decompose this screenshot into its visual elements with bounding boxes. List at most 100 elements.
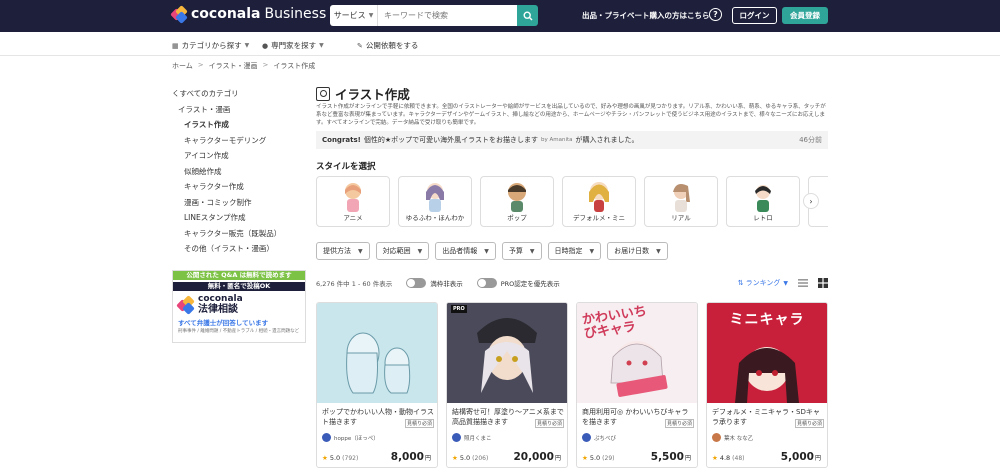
sidebar-item-line-stamp[interactable]: LINEスタンプ作成 [172, 210, 306, 226]
seller-info[interactable]: 照月くまこ [452, 433, 492, 442]
star-icon: ★ [322, 454, 328, 462]
chevron-right-icon: > [262, 61, 269, 69]
sort-icon: ⇅ [737, 279, 744, 287]
style-card-retro[interactable]: レトロ [726, 176, 800, 227]
chevron-down-icon: ▼ [656, 247, 661, 255]
login-button[interactable]: ログイン [732, 7, 777, 24]
search-button[interactable] [517, 5, 538, 26]
pro-badge: PRO [451, 305, 467, 313]
coconala-logo-icon [170, 4, 188, 24]
coconala-logo-icon [176, 295, 195, 315]
seller-info[interactable]: 葉木 なな乙 [712, 433, 753, 442]
avatar [322, 433, 331, 442]
sidebar-item-portrait[interactable]: 似顔絵作成 [172, 164, 306, 180]
page-title-text: イラスト作成 [335, 87, 410, 102]
service-card[interactable]: ポップでかわいい人物・動物イラスト描きます 見積り必須 hoppe（ほっぺ） ★… [316, 302, 438, 468]
legal-consult-banner[interactable]: 公開された Q&A は無料で読めます 無料・匿名で投稿OK coconala 法… [172, 270, 306, 343]
sidebar-item-manga[interactable]: 漫画・コミック制作 [172, 195, 306, 211]
service-thumbnail: かわいいちびキャラ [577, 303, 697, 403]
style-card-anime[interactable]: アニメ [316, 176, 390, 227]
filter-label: 提供方法 [323, 247, 351, 255]
rating-value: 4.8 [719, 454, 731, 462]
result-count: 6,276 件中 1 - 60 件表示 [316, 280, 393, 288]
style-card-real[interactable]: リアル [644, 176, 718, 227]
coconala-logo[interactable]: coconala Business [170, 4, 326, 24]
search-category-select[interactable]: サービス ▼ [330, 5, 378, 26]
result-toolbar: 6,276 件中 1 - 60 件表示 満枠非表示 PRO認定を優先表示 ⇅ ラン… [316, 277, 828, 289]
filter-delivery-method[interactable]: 提供方法 ▼ [316, 242, 370, 260]
chevron-down-icon: ▼ [319, 42, 324, 49]
real-portrait-icon [673, 184, 690, 212]
banner-brand-service: 法律相談 [198, 304, 238, 315]
signup-button[interactable]: 会員登録 [782, 7, 828, 24]
sidebar-all-categories[interactable]: くすべてのカテゴリ [172, 86, 306, 102]
seller-info[interactable]: ぷちべび [582, 433, 616, 442]
person-icon: ● [262, 41, 269, 50]
filter-seller-info[interactable]: 出品者情報 ▼ [435, 242, 496, 260]
hide-full-label: 満枠非表示 [430, 280, 463, 288]
breadcrumb: ホーム > イラスト・漫画 > イラスト作成 [172, 61, 315, 71]
avatar [452, 433, 461, 442]
style-card-pop[interactable]: ポップ [480, 176, 554, 227]
seller-name: 葉木 なな乙 [724, 435, 754, 442]
chevron-down-icon: ▼ [589, 247, 595, 255]
pencil-icon: ✎ [357, 41, 363, 50]
breadcrumb-home[interactable]: ホーム [172, 61, 193, 71]
sidebar-item-character-modeling[interactable]: キャラクターモデリング [172, 133, 306, 149]
filter-date[interactable]: 日時指定 ▼ [547, 242, 602, 260]
style-label: ポップ [507, 214, 527, 222]
style-label: レトロ [753, 214, 773, 222]
list-view-icon[interactable] [798, 278, 808, 288]
private-purchase-link[interactable]: 出品・プライベート購入の方はこちら [582, 10, 710, 21]
style-card-deformed[interactable]: デフォルメ・ミニ [562, 176, 636, 227]
service-card[interactable]: ミニキャラ デフォルメ・ミニキャラ・SDキャラ承ります 見積り必須 葉木 なな乙… [706, 302, 828, 468]
sort-ranking-button[interactable]: ⇅ ランキング ▼ [738, 278, 788, 288]
carousel-next-button[interactable]: › [803, 193, 819, 209]
estimate-badge: 見積り必須 [665, 419, 695, 428]
sidebar-item-icon[interactable]: アイコン作成 [172, 148, 306, 164]
breadcrumb-illustration-manga[interactable]: イラスト・漫画 [209, 61, 258, 71]
soft-girl-icon [426, 183, 444, 212]
star-icon: ★ [712, 454, 718, 462]
rating-count: (206) [472, 454, 489, 462]
pro-priority-toggle[interactable] [476, 278, 497, 288]
star-icon: ★ [582, 454, 588, 462]
service-thumbnail: PRO [447, 303, 567, 403]
grid-view-icon[interactable] [818, 278, 828, 288]
style-card-soft[interactable]: ゆるふわ・ほんわか [398, 176, 472, 227]
chevron-right-icon: › [809, 196, 813, 206]
category-description: イラスト作成がオンラインで手軽に依頼できます。全国のイラストレーターや絵師がサー… [316, 104, 826, 126]
sidebar-item-character[interactable]: キャラクター作成 [172, 179, 306, 195]
filter-label: 日時指定 [554, 247, 583, 255]
service-card[interactable]: かわいいちびキャラ 商用利用可◎ かわいいちびキャラを描きます 見積り必須 ぷち… [576, 302, 698, 468]
filter-scope[interactable]: 対応範囲 ▼ [375, 242, 430, 260]
service-card[interactable]: PRO 結構寄せ可！厚塗り〜アニメ系まで高品質描描きます 見積り必須 照月くまこ… [446, 302, 568, 468]
sub-navigation: ▦ カテゴリから探す ▼ ● 専門家を探す ▼ ✎ 公開依頼をする [0, 32, 1000, 56]
help-icon[interactable]: ? [709, 8, 722, 21]
sidebar-item-character-sale[interactable]: キャラクター販売（既製品） [172, 226, 306, 242]
hide-full-toggle[interactable] [406, 278, 427, 288]
experts-menu-label: 専門家を探す [271, 41, 317, 50]
price: 8,000円 [391, 451, 431, 463]
post-request-label: 公開依頼をする [365, 41, 419, 50]
chibi-character-icon [589, 182, 609, 212]
post-request-link[interactable]: ✎ 公開依頼をする [357, 40, 418, 51]
category-menu[interactable]: ▦ カテゴリから探す ▼ [172, 40, 249, 51]
sidebar-item-illustration[interactable]: イラスト作成 [172, 117, 306, 133]
star-icon: ★ [452, 454, 458, 462]
illustration-category-icon [316, 86, 330, 101]
filter-label: 予算 [508, 247, 523, 255]
sidebar-item-other[interactable]: その他（イラスト・漫画） [172, 241, 306, 257]
seller-info[interactable]: hoppe（ほっぺ） [322, 433, 379, 442]
chevron-down-icon: ▼ [417, 247, 423, 255]
purchase-notification[interactable]: Congrats! 個性的★ポップで可愛い海外風イラストをお描きします by A… [316, 131, 828, 149]
filter-bar: 提供方法 ▼ 対応範囲 ▼ 出品者情報 ▼ 予算 ▼ 日時指定 ▼ お届け日数 ▼ [316, 242, 674, 260]
search-input[interactable] [378, 5, 517, 26]
sidebar-parent-category[interactable]: イラスト・漫画 [172, 102, 306, 118]
price: 5,000円 [781, 451, 821, 463]
service-thumbnail: ミニキャラ [707, 303, 827, 403]
service-thumbnail [317, 303, 437, 403]
filter-delivery-days[interactable]: お届け日数 ▼ [607, 242, 668, 260]
experts-menu[interactable]: ● 専門家を探す ▼ [262, 40, 324, 51]
filter-budget[interactable]: 予算 ▼ [501, 242, 542, 260]
